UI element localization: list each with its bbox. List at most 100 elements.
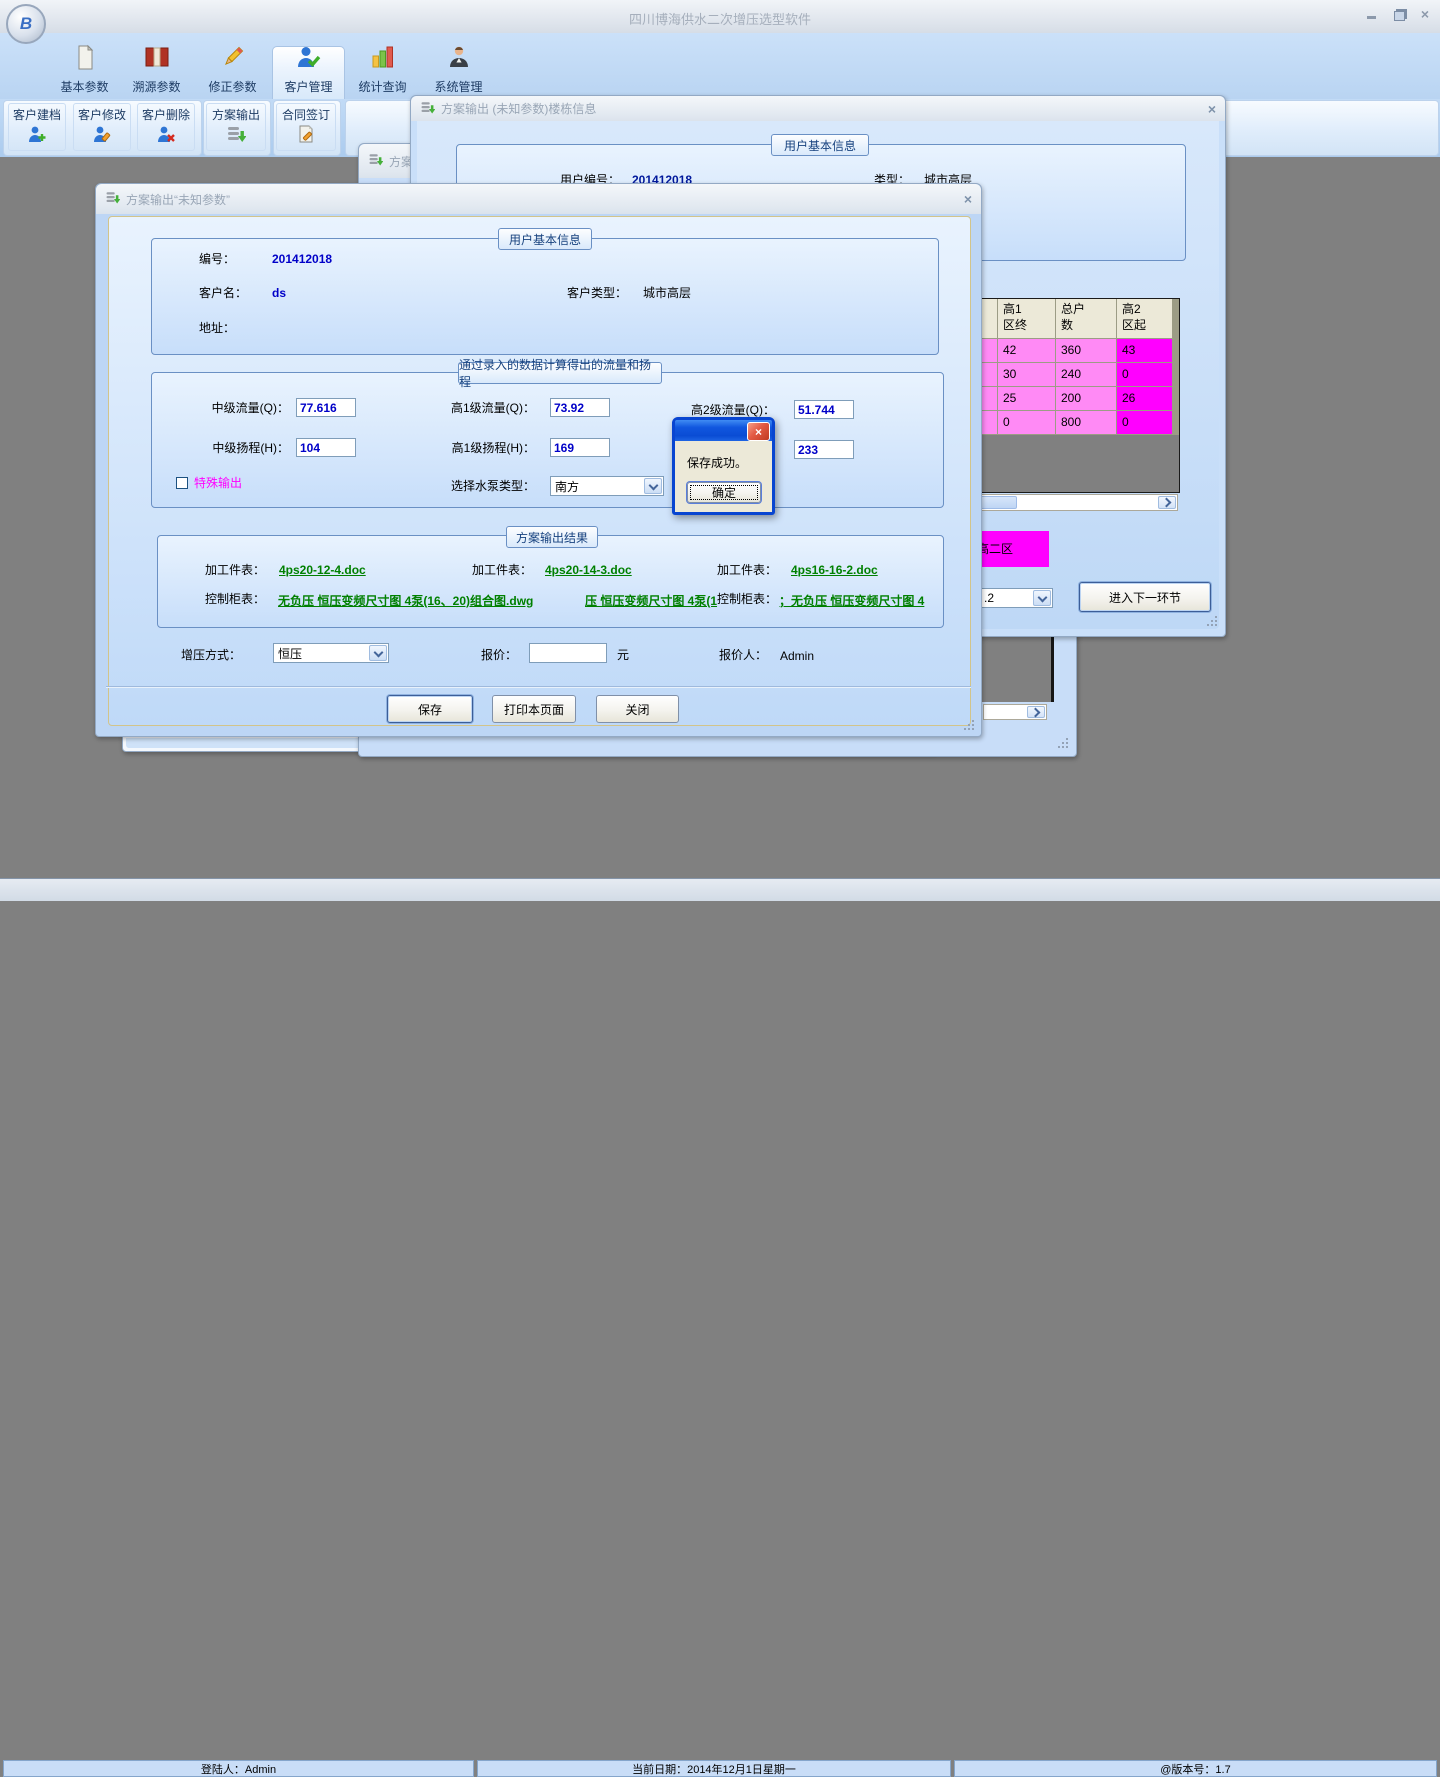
cabinet-link[interactable]: ；无负压 恒压变频尺寸图 4 — [779, 592, 924, 609]
pencil-icon — [220, 44, 246, 75]
table-cell[interactable]: 0 — [1117, 363, 1172, 386]
table-cell[interactable]: 200 — [1056, 387, 1116, 410]
table-cell[interactable]: 0 — [1117, 411, 1172, 434]
button-customer-delete[interactable]: 客户删除 — [137, 103, 195, 151]
table-cell[interactable]: 25 — [998, 387, 1055, 410]
high1-head-label: 高1级扬程(H)： — [398, 441, 535, 456]
button-contract-sign[interactable]: 合同签订 — [276, 103, 336, 151]
cabinet-label: 控制柜表： — [717, 592, 777, 607]
mode-combo[interactable]: 恒压 — [273, 643, 389, 663]
chevron-right-icon — [1161, 498, 1171, 508]
table-cell[interactable]: 26 — [1117, 387, 1172, 410]
table-cell[interactable]: 30 — [998, 363, 1055, 386]
save-button[interactable]: 保存 — [387, 695, 473, 723]
status-date: 当前日期：2014年12月1日星期一 — [477, 1760, 951, 1777]
close-icon: × — [1421, 6, 1429, 22]
table-cell[interactable]: 0 — [998, 411, 1055, 434]
high2-head-input[interactable]: 233 — [794, 440, 854, 459]
ok-button[interactable]: 确定 — [687, 482, 761, 503]
separator — [106, 686, 971, 687]
table-cell[interactable]: 42 — [998, 339, 1055, 362]
no-label: 编号： — [199, 252, 235, 267]
no-value: 201412018 — [272, 252, 332, 266]
print-page-button[interactable]: 打印本页面 — [492, 695, 576, 723]
doc-label: 加工件表： — [717, 563, 777, 578]
high1-flow-label: 高1级流量(Q)： — [398, 401, 535, 416]
high2-flow-label: 高2级流量(Q)： — [638, 403, 775, 418]
next-step-button[interactable]: 进入下一环节 — [1079, 582, 1211, 612]
table-cell[interactable]: 800 — [1056, 411, 1116, 434]
group-tab-basic-info: 用户基本信息 — [498, 228, 592, 250]
special-output-checkbox[interactable] — [176, 477, 188, 489]
quote-label: 报价： — [481, 648, 517, 663]
quoter-value: Admin — [780, 649, 814, 664]
doc-link[interactable]: 4ps20-12-4.doc — [279, 563, 366, 577]
mid-head-input[interactable]: 104 — [296, 438, 356, 457]
tab-statistics-query[interactable]: 统计查询 — [346, 46, 419, 99]
chevron-right-icon — [1030, 707, 1040, 717]
group-panel-calc: 中级流量(Q)： 77.616 中级扬程(H)： 104 高1级流量(Q)： 7… — [151, 372, 944, 508]
scroll-right-button[interactable] — [1158, 496, 1176, 509]
resize-grip[interactable] — [1206, 615, 1219, 628]
restore-button[interactable] — [1390, 8, 1408, 24]
col-header[interactable]: 总户数 — [1056, 299, 1116, 338]
tab-system-management[interactable]: 系统管理 — [422, 46, 495, 99]
tab-basic-params[interactable]: 基本参数 — [48, 46, 121, 99]
close-button[interactable]: × — [1416, 6, 1434, 22]
cabinet-link[interactable]: 压 恒压变频尺寸图 4泵(1 — [585, 592, 717, 609]
scroll-right-button[interactable] — [1027, 706, 1045, 718]
cabinet-label: 控制柜表： — [205, 592, 265, 607]
tab-customer-management[interactable]: 客户管理 — [272, 46, 345, 99]
high1-head-input[interactable]: 169 — [550, 438, 610, 457]
app-logo: B — [6, 4, 46, 44]
doc-link[interactable]: 4ps16-16-2.doc — [791, 563, 878, 577]
book-icon — [144, 44, 170, 75]
special-output-label: 特殊输出 — [194, 476, 242, 491]
button-customer-edit[interactable]: 客户修改 — [73, 103, 131, 151]
table-cell[interactable]: 43 — [1117, 339, 1172, 362]
tab-correction-params[interactable]: 修正参数 — [196, 46, 269, 99]
col-header[interactable]: 高1区终 — [998, 299, 1055, 338]
table-cell[interactable]: 240 — [1056, 363, 1116, 386]
doc-label: 加工件表： — [472, 563, 532, 578]
chevron-down-icon[interactable] — [369, 645, 387, 661]
cabinet-link[interactable]: 无负压 恒压变频尺寸图 4泵(16、20)组合图.dwg — [278, 592, 533, 609]
msgbox-text: 保存成功。 — [687, 456, 747, 471]
window-close-icon[interactable]: × — [1208, 102, 1216, 116]
col-header[interactable]: 高2区起 — [1117, 299, 1172, 338]
pump-type-combo[interactable]: 南方 — [550, 476, 664, 496]
chevron-down-icon[interactable] — [1033, 590, 1051, 606]
resize-grip[interactable] — [1057, 737, 1070, 750]
button-customer-create[interactable]: 客户建档 — [8, 103, 66, 151]
doc-link[interactable]: 4ps20-14-3.doc — [545, 563, 632, 577]
minimize-button[interactable] — [1362, 9, 1380, 25]
plan-window-icon — [368, 152, 383, 170]
doc-label: 加工件表： — [205, 563, 265, 578]
customer-type-label: 客户类型： — [567, 286, 627, 301]
close-dialog-button[interactable]: 关闭 — [596, 695, 679, 723]
high1-flow-input[interactable]: 73.92 — [550, 398, 610, 417]
customer-check-icon — [296, 44, 322, 75]
window-building-titlebar: 方案输出 (未知参数)楼栋信息 × — [411, 96, 1225, 121]
tab-trace-params[interactable]: 溯源参数 — [120, 46, 193, 99]
mid-flow-label: 中级流量(Q)： — [152, 401, 289, 416]
group-tab-calc: 通过录入的数据计算得出的流量和扬程 — [458, 362, 662, 384]
mid-flow-input[interactable]: 77.616 — [296, 398, 356, 417]
quoter-label: 报价人： — [719, 648, 767, 663]
user-edit-icon — [92, 124, 112, 149]
pump-type-label: 选择水泵类型： — [398, 479, 535, 494]
high2-flow-input[interactable]: 51.744 — [794, 400, 854, 419]
chevron-down-icon[interactable] — [644, 478, 662, 494]
name-value: ds — [272, 286, 286, 300]
dialog-close-icon[interactable]: × — [964, 192, 972, 206]
msgbox-titlebar: × — [675, 420, 772, 441]
window-title: 方案输出 (未知参数)楼栋信息 — [441, 100, 596, 117]
button-plan-output[interactable]: 方案输出 — [206, 103, 266, 151]
resize-grip[interactable] — [963, 719, 976, 732]
close-icon: × — [755, 426, 762, 438]
partial-horizontal-scrollbar[interactable] — [983, 704, 1047, 720]
save-success-msgbox: × 保存成功。 确定 — [672, 417, 775, 515]
table-cell[interactable]: 360 — [1056, 339, 1116, 362]
quote-input[interactable] — [529, 643, 607, 663]
msgbox-close-button[interactable]: × — [747, 422, 770, 441]
